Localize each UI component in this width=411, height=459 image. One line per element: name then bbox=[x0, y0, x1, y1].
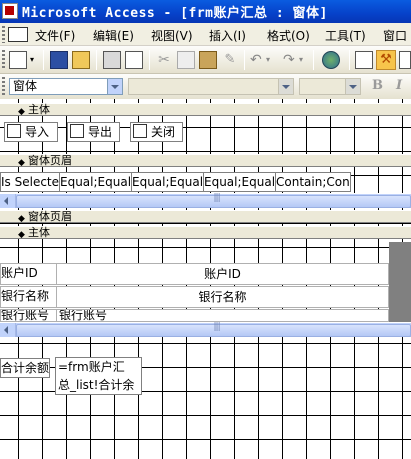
total-textbox[interactable]: =frm账户汇 总_list!合计余 bbox=[55, 357, 142, 395]
menu-window[interactable]: 窗口 bbox=[383, 27, 411, 43]
form-menu-icon[interactable] bbox=[8, 27, 28, 42]
search-file-icon[interactable] bbox=[72, 51, 90, 69]
toolbar-grip-handle[interactable] bbox=[2, 77, 5, 95]
import-button-label: 导入 bbox=[25, 125, 50, 139]
section-arrow-icon: ◆ bbox=[18, 214, 25, 224]
header-field[interactable]: Equal;Equal bbox=[59, 172, 132, 192]
menu-tools[interactable]: 工具(T) bbox=[325, 27, 366, 43]
total-expression-line: 总_list!合计余 bbox=[58, 378, 135, 392]
section-label: 主体 bbox=[28, 103, 50, 116]
scroll-thumb[interactable] bbox=[16, 193, 411, 208]
field-label[interactable]: 账户ID bbox=[0, 263, 57, 285]
menu-view[interactable]: 视图(V) bbox=[151, 27, 193, 43]
section-arrow-icon: ◆ bbox=[18, 158, 25, 168]
undo-dropdown-icon[interactable]: ▾ bbox=[266, 51, 274, 69]
view-icon[interactable] bbox=[9, 51, 27, 69]
chevron-down-icon[interactable] bbox=[278, 79, 293, 94]
access-app-icon[interactable] bbox=[2, 3, 18, 19]
section-bar-detail-2[interactable]: ◆ 主体 bbox=[0, 226, 411, 240]
section-bar-form-footer[interactable]: ◆ 窗体页眉 bbox=[0, 210, 411, 224]
scroll-left-icon[interactable] bbox=[0, 323, 16, 337]
section-label: 主体 bbox=[28, 226, 50, 239]
section-arrow-icon: ◆ bbox=[18, 107, 25, 117]
export-button-label: 导出 bbox=[88, 125, 113, 139]
object-combo-value: 窗体 bbox=[13, 79, 38, 93]
field-label[interactable]: 银行账号 bbox=[0, 309, 57, 322]
window-title: Microsoft Access - [frm账户汇总 : 窗体] bbox=[22, 6, 328, 21]
header-field[interactable]: Equal;Equal bbox=[203, 172, 276, 192]
section-label: 窗体页眉 bbox=[28, 210, 72, 223]
total-label[interactable]: 合计余额 bbox=[0, 358, 50, 378]
toolbar-separator bbox=[96, 50, 97, 70]
font-name-combo[interactable] bbox=[128, 78, 294, 95]
field-list-icon[interactable] bbox=[355, 51, 373, 69]
vertical-scrollbar-area bbox=[389, 242, 411, 322]
section-bar-detail[interactable]: ◆ 主体 bbox=[0, 103, 411, 117]
menu-file[interactable]: 文件(F) bbox=[35, 27, 75, 43]
object-combo[interactable]: 窗体 bbox=[9, 78, 123, 95]
font-size-combo[interactable] bbox=[299, 78, 361, 95]
scroll-left-icon[interactable] bbox=[0, 194, 16, 208]
close-button-label: 关闭 bbox=[151, 125, 176, 139]
horizontal-scrollbar[interactable] bbox=[0, 322, 411, 337]
section-arrow-icon: ◆ bbox=[18, 230, 25, 240]
menu-grip-handle[interactable] bbox=[2, 26, 5, 43]
toolbar-separator bbox=[244, 50, 245, 70]
autoformat-icon[interactable] bbox=[399, 51, 411, 69]
toolbar-separator bbox=[149, 50, 150, 70]
header-field[interactable]: Contain;Con bbox=[275, 172, 351, 192]
scroll-thumb[interactable] bbox=[16, 322, 411, 337]
toolbar-separator bbox=[349, 50, 350, 70]
toolbox-icon[interactable]: ⚒ bbox=[376, 50, 396, 70]
close-button[interactable]: 关闭 bbox=[130, 122, 183, 142]
menu-format[interactable]: 格式(O) bbox=[267, 27, 310, 43]
menu-insert[interactable]: 插入(I) bbox=[209, 27, 246, 43]
total-expression-line: =frm账户汇 bbox=[58, 360, 125, 374]
menu-edit[interactable]: 编辑(E) bbox=[93, 27, 134, 43]
header-field[interactable]: Is Selecte bbox=[0, 172, 60, 192]
chevron-down-icon[interactable] bbox=[345, 79, 360, 94]
field-label[interactable]: 银行名称 bbox=[0, 286, 57, 308]
paste-icon[interactable] bbox=[199, 51, 217, 69]
checkbox-icon bbox=[70, 124, 84, 138]
hyperlink-icon[interactable] bbox=[322, 51, 340, 69]
field-textbox[interactable]: 银行账号 bbox=[56, 309, 389, 322]
toolbar-grip-handle[interactable] bbox=[2, 50, 5, 70]
print-preview-icon[interactable] bbox=[125, 51, 143, 69]
import-button[interactable]: 导入 bbox=[4, 122, 58, 142]
italic-button[interactable]: I bbox=[396, 78, 402, 93]
view-dropdown-icon[interactable]: ▾ bbox=[30, 51, 38, 69]
cut-icon[interactable]: ✂ bbox=[155, 51, 173, 69]
toolbar-separator bbox=[313, 50, 314, 70]
checkbox-icon bbox=[133, 124, 147, 138]
redo-dropdown-icon[interactable]: ▾ bbox=[299, 51, 307, 69]
section-label: 窗体页眉 bbox=[28, 154, 72, 167]
format-painter-icon[interactable]: ✎ bbox=[221, 51, 239, 69]
toolbar-separator bbox=[43, 50, 44, 70]
copy-icon[interactable] bbox=[177, 51, 195, 69]
chevron-down-icon[interactable] bbox=[107, 79, 122, 94]
section-bar-form-header[interactable]: ◆ 窗体页眉 bbox=[0, 154, 411, 168]
checkbox-icon bbox=[7, 124, 21, 138]
header-field[interactable]: Equal;Equal bbox=[131, 172, 204, 192]
field-textbox[interactable]: 银行名称 bbox=[56, 286, 389, 308]
field-textbox[interactable]: 账户ID bbox=[56, 263, 389, 285]
bold-button[interactable]: B bbox=[372, 78, 383, 93]
horizontal-scrollbar[interactable] bbox=[0, 193, 411, 208]
save-icon[interactable] bbox=[50, 51, 68, 69]
export-button[interactable]: 导出 bbox=[67, 122, 120, 142]
print-icon[interactable] bbox=[103, 51, 121, 69]
